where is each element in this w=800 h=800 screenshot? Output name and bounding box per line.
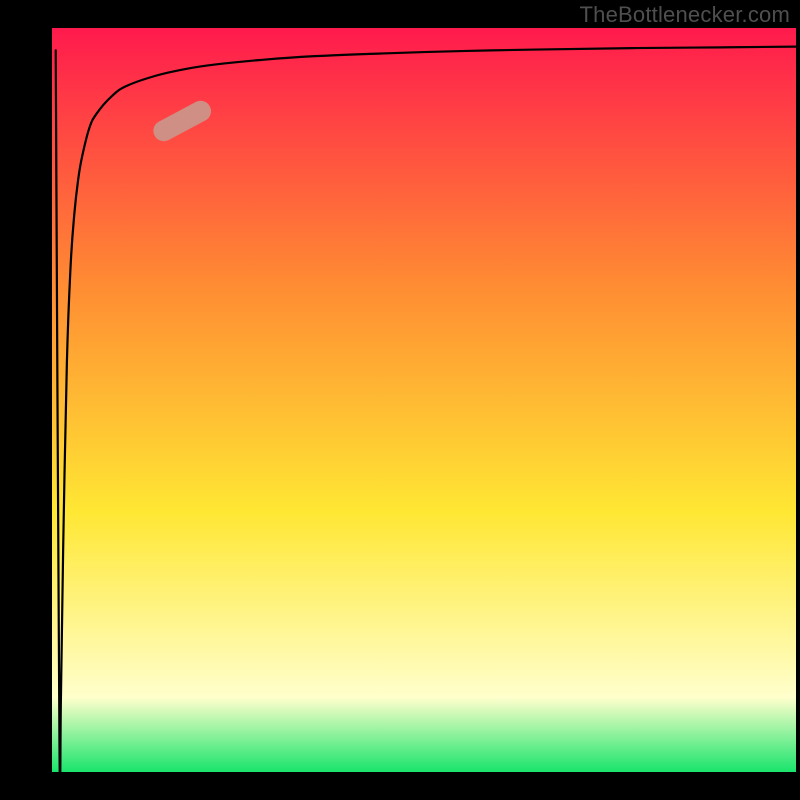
chart-container: TheBottlenecker.com [0, 0, 800, 800]
bottleneck-chart-svg [0, 0, 800, 800]
